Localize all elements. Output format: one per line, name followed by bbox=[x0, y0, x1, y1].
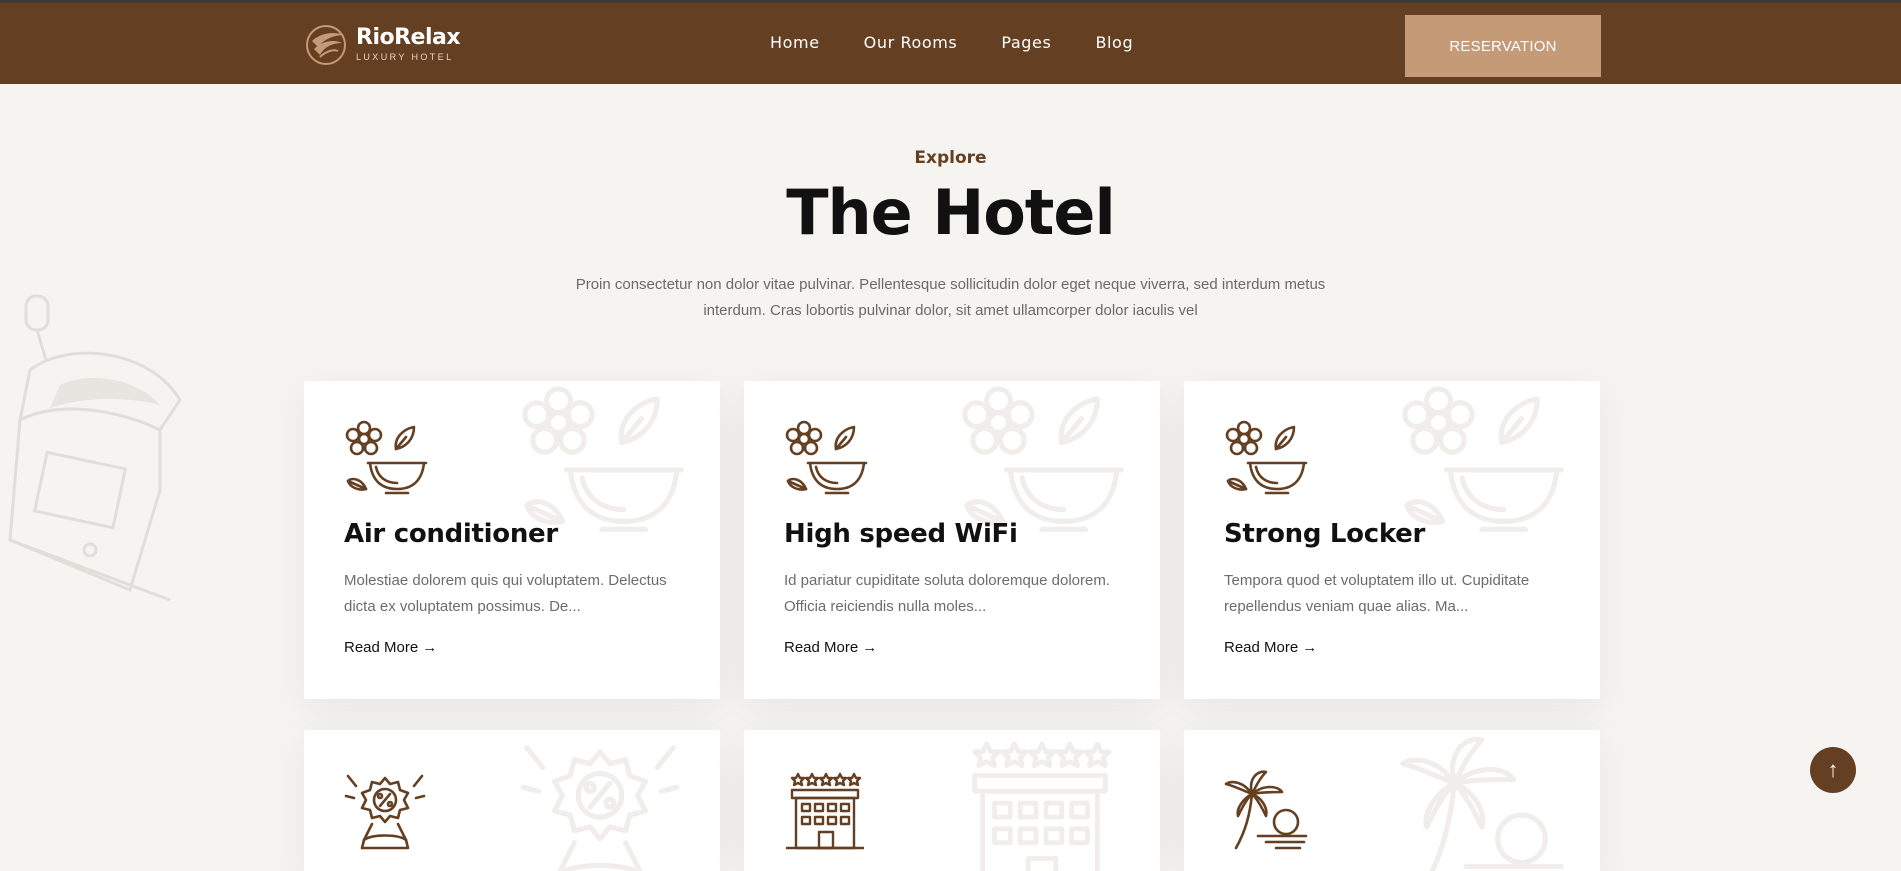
section-eyebrow: Explore bbox=[914, 148, 987, 168]
feature-card bbox=[744, 730, 1160, 871]
feature-card bbox=[304, 730, 720, 871]
spa-bowl-icon bbox=[1222, 419, 1308, 505]
arrow-right-icon: → bbox=[422, 639, 438, 656]
read-more-link[interactable]: Read More → bbox=[1224, 639, 1317, 656]
nav-item-blog[interactable]: Blog bbox=[1095, 33, 1133, 52]
card-text: Id pariatur cupiditate soluta doloremque… bbox=[784, 572, 1111, 615]
discount-badge-icon bbox=[500, 732, 700, 871]
top-navbar: RioRelax LUXURY HOTEL Home Our Rooms Pag… bbox=[0, 0, 1901, 84]
feature-card: Strong Locker Tempora quod et voluptatem… bbox=[1184, 381, 1600, 699]
section-header: Explore The Hotel Proin consectetur non … bbox=[0, 148, 1901, 324]
nav-item-pages[interactable]: Pages bbox=[1001, 33, 1051, 52]
discount-badge-icon bbox=[342, 768, 428, 854]
read-more-link[interactable]: Read More → bbox=[344, 639, 437, 656]
card-text: Molestiae dolorem quis qui voluptatem. D… bbox=[344, 572, 667, 615]
palm-beach-icon bbox=[1222, 768, 1308, 854]
arrow-right-icon: → bbox=[1302, 639, 1318, 656]
five-star-hotel-icon bbox=[782, 768, 868, 854]
section-title: The Hotel bbox=[786, 176, 1116, 249]
logo-name: RioRelax bbox=[356, 24, 461, 50]
section-description: Proin consectetur non dolor vitae pulvin… bbox=[575, 276, 1326, 319]
card-title: Air conditioner bbox=[344, 519, 558, 549]
feature-card bbox=[1184, 730, 1600, 871]
logo-icon bbox=[306, 25, 346, 65]
card-text: Tempora quod et voluptatem illo ut. Cupi… bbox=[1224, 572, 1530, 615]
logo-tagline: LUXURY HOTEL bbox=[356, 51, 454, 62]
card-title: High speed WiFi bbox=[784, 519, 1018, 549]
nav-item-home[interactable]: Home bbox=[770, 33, 820, 52]
five-star-hotel-icon bbox=[940, 732, 1140, 871]
arrow-right-icon: → bbox=[862, 639, 878, 656]
palm-beach-icon bbox=[1380, 732, 1580, 871]
coffee-grinder-illustration bbox=[8, 294, 182, 602]
spa-bowl-icon bbox=[782, 419, 868, 505]
logo[interactable]: RioRelax LUXURY HOTEL bbox=[304, 21, 461, 67]
feature-card: Air conditioner Molestiae dolorem quis q… bbox=[304, 381, 720, 699]
read-more-link[interactable]: Read More → bbox=[784, 639, 877, 656]
main-nav: Home Our Rooms Pages Blog bbox=[770, 33, 1177, 52]
scroll-to-top-button[interactable]: ↑ bbox=[1810, 747, 1856, 793]
card-title: Strong Locker bbox=[1224, 519, 1426, 549]
read-more-label: Read More bbox=[784, 639, 859, 656]
feature-card: High speed WiFi Id pariatur cupiditate s… bbox=[744, 381, 1160, 699]
read-more-label: Read More bbox=[344, 639, 419, 656]
spa-bowl-icon bbox=[342, 419, 428, 505]
arrow-up-icon: ↑ bbox=[1827, 757, 1839, 782]
nav-item-our-rooms[interactable]: Our Rooms bbox=[864, 33, 958, 52]
read-more-label: Read More bbox=[1224, 639, 1299, 656]
reservation-button[interactable]: RESERVATION bbox=[1405, 15, 1601, 77]
